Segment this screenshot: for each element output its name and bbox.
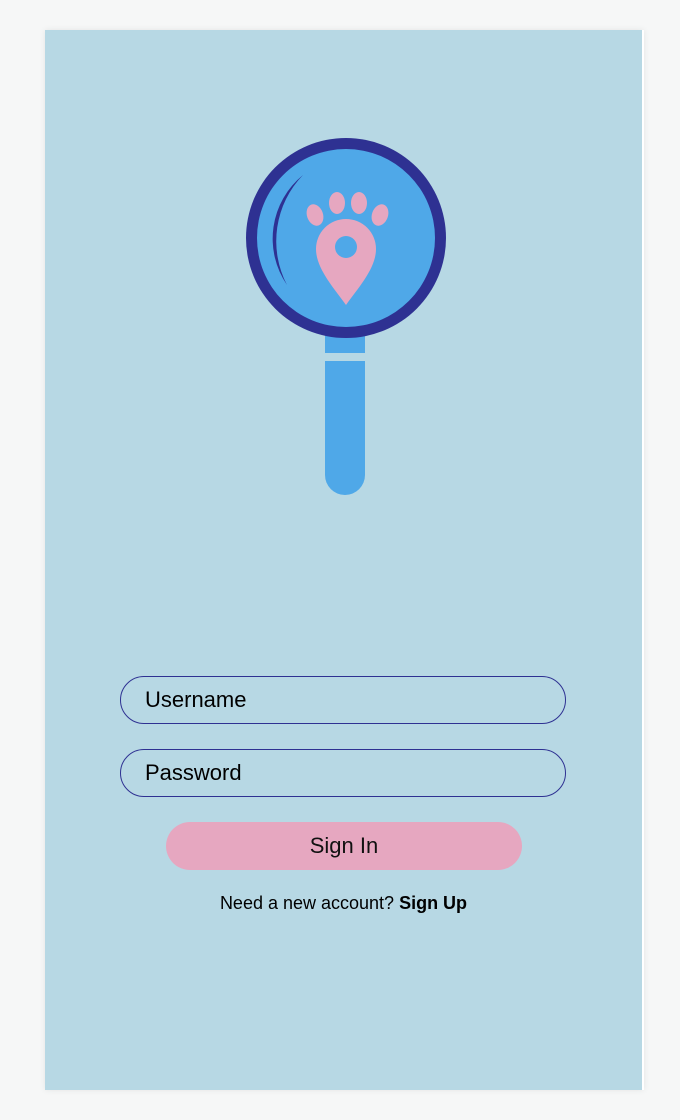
password-input[interactable] [120,749,566,797]
signup-prompt-text: Need a new account? [219,893,400,913]
app-logo [245,135,447,495]
login-screen: Sign In Need a new account? Sign Up [45,30,644,1090]
sign-up-link[interactable]: Sign Up [399,893,467,913]
username-input[interactable] [120,676,566,724]
signup-prompt: Need a new account? Sign Up [45,893,642,914]
sign-in-button[interactable]: Sign In [166,822,522,870]
magnifier-paw-location-icon [246,138,446,495]
